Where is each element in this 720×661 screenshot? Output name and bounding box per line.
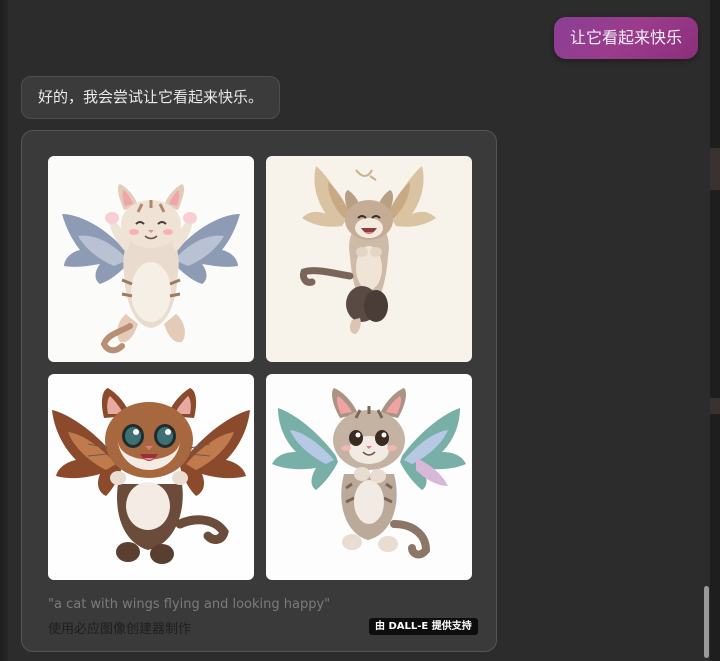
scrollbar-thumb[interactable] <box>704 586 709 658</box>
generated-image-1[interactable] <box>48 156 254 362</box>
image-creator-link[interactable]: 使用必应图像创建器制作 <box>48 618 191 637</box>
background-strip <box>710 148 720 190</box>
assistant-message-bubble: 好的，我会尝试让它看起来快乐。 <box>21 76 281 119</box>
background-strip <box>710 398 720 414</box>
left-edge <box>0 0 8 661</box>
chat-area: 让它看起来快乐 好的，我会尝试让它看起来快乐。 "a cat with wing… <box>0 0 720 661</box>
generated-image-4[interactable] <box>266 374 472 580</box>
image-result-card: "a cat with wings flying and looking hap… <box>21 130 497 652</box>
generated-image-3[interactable] <box>48 374 254 580</box>
powered-by-badge: 由 DALL-E 提供支持 <box>369 618 478 635</box>
user-message-bubble: 让它看起来快乐 <box>554 17 699 59</box>
winged-cat-image-3 <box>48 374 254 580</box>
winged-cat-image-2 <box>266 156 472 362</box>
right-edge <box>710 0 720 661</box>
winged-cat-image-1 <box>48 156 254 362</box>
winged-cat-image-4 <box>266 374 472 580</box>
scrollbar-track[interactable] <box>702 0 710 661</box>
image-prompt-text: "a cat with wings flying and looking hap… <box>48 597 331 612</box>
generated-image-2[interactable] <box>266 156 472 362</box>
